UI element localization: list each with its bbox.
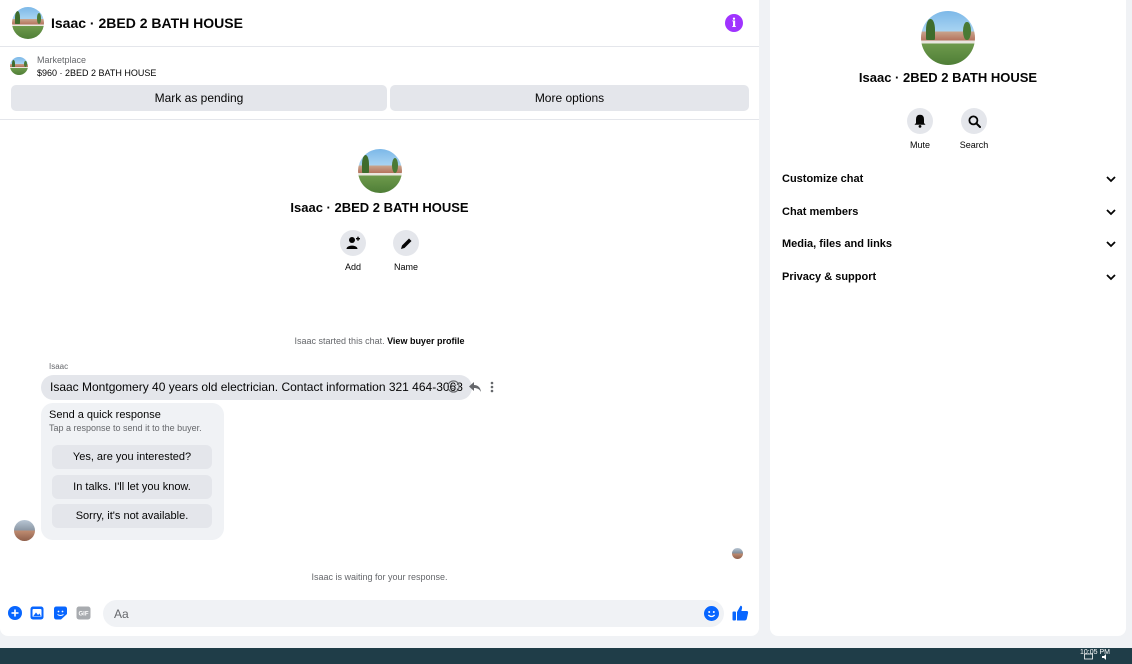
- chat-panel: Isaac · 2BED 2 BATH HOUSE i Marketplace …: [0, 0, 759, 636]
- quick-response-subtitle: Tap a response to send it to the buyer.: [49, 423, 202, 433]
- seen-indicator-avatar: [732, 548, 743, 559]
- quick-response-card: Send a quick response Tap a response to …: [41, 403, 224, 540]
- message-bubble[interactable]: Isaac Montgomery 40 years old electricia…: [41, 375, 472, 400]
- reply-icon[interactable]: [468, 381, 482, 393]
- info-icon[interactable]: i: [725, 14, 743, 32]
- listing-thumbnail: [10, 57, 28, 75]
- details-title: Isaac · 2BED 2 BATH HOUSE: [858, 70, 1038, 85]
- mute-button[interactable]: Mute: [900, 108, 940, 150]
- add-person-icon: [346, 236, 360, 249]
- started-text: Isaac started this chat.: [294, 336, 385, 346]
- pencil-icon: [400, 238, 411, 249]
- details-avatar: [921, 11, 975, 65]
- mark-pending-button[interactable]: Mark as pending: [11, 85, 387, 111]
- section-label: Chat members: [782, 206, 859, 218]
- search-label: Search: [959, 140, 989, 150]
- taskbar-clock[interactable]: 10:05 PM: [1080, 649, 1110, 656]
- gif-icon[interactable]: GIF: [76, 606, 91, 620]
- name-button[interactable]: Name: [386, 230, 426, 272]
- svg-text:GIF: GIF: [79, 612, 89, 618]
- name-label: Name: [393, 262, 418, 272]
- chevron-down-icon: [1106, 208, 1116, 215]
- divider: [0, 119, 759, 120]
- view-buyer-profile-link[interactable]: View buyer profile: [387, 336, 464, 346]
- listing-summary: $960 · 2BED 2 BATH HOUSE: [37, 68, 157, 78]
- emoji-react-icon[interactable]: [447, 380, 460, 393]
- taskbar: [0, 648, 1132, 664]
- emoji-icon[interactable]: [704, 606, 719, 621]
- listing-source: Marketplace: [37, 55, 87, 65]
- add-people-button[interactable]: Add: [333, 230, 373, 272]
- bell-icon: [914, 114, 926, 128]
- add-label: Add: [344, 262, 361, 272]
- customize-chat-section[interactable]: Customize chat: [782, 169, 1116, 189]
- profile-avatar: [358, 149, 402, 193]
- listing-row[interactable]: Marketplace $960 · 2BED 2 BATH HOUSE: [10, 54, 156, 80]
- message-actions: [447, 380, 494, 393]
- chat-members-section[interactable]: Chat members: [782, 202, 1116, 222]
- waiting-notice: Isaac is waiting for your response.: [311, 572, 448, 582]
- quick-response-option[interactable]: In talks. I'll let you know.: [52, 475, 212, 499]
- message-input[interactable]: [103, 600, 683, 627]
- quick-response-option[interactable]: Sorry, it's not available.: [52, 504, 212, 528]
- message-composer: [103, 600, 724, 627]
- chat-details-panel: Isaac · 2BED 2 BATH HOUSE Mute Search Cu…: [770, 0, 1126, 636]
- section-label: Customize chat: [782, 173, 864, 185]
- section-label: Privacy & support: [782, 271, 877, 283]
- photo-icon[interactable]: [30, 606, 45, 620]
- sender-avatar[interactable]: [14, 520, 35, 541]
- media-files-links-section[interactable]: Media, files and links: [782, 234, 1116, 254]
- quick-response-option[interactable]: Yes, are you interested?: [52, 445, 212, 469]
- chevron-down-icon: [1106, 240, 1116, 247]
- search-button[interactable]: Search: [954, 108, 994, 150]
- more-options-button[interactable]: More options: [390, 85, 749, 111]
- mute-label: Mute: [909, 140, 930, 150]
- section-label: Media, files and links: [782, 238, 893, 250]
- chat-title[interactable]: Isaac · 2BED 2 BATH HOUSE: [51, 15, 243, 31]
- composer-actions: GIF: [8, 606, 91, 620]
- quick-response-title: Send a quick response: [49, 409, 161, 421]
- plus-icon[interactable]: [8, 606, 22, 620]
- search-icon: [968, 115, 981, 128]
- chevron-down-icon: [1106, 175, 1116, 182]
- like-icon[interactable]: [732, 605, 749, 621]
- privacy-support-section[interactable]: Privacy & support: [782, 267, 1116, 287]
- more-icon[interactable]: [490, 381, 494, 393]
- chevron-down-icon: [1106, 273, 1116, 280]
- profile-title: Isaac · 2BED 2 BATH HOUSE: [290, 200, 469, 215]
- sender-name: Isaac: [49, 362, 69, 371]
- chat-avatar[interactable]: [12, 7, 44, 39]
- sticker-icon[interactable]: [53, 606, 68, 620]
- chat-started-notice: Isaac started this chat. View buyer prof…: [0, 336, 759, 346]
- chat-header: Isaac · 2BED 2 BATH HOUSE: [0, 0, 759, 47]
